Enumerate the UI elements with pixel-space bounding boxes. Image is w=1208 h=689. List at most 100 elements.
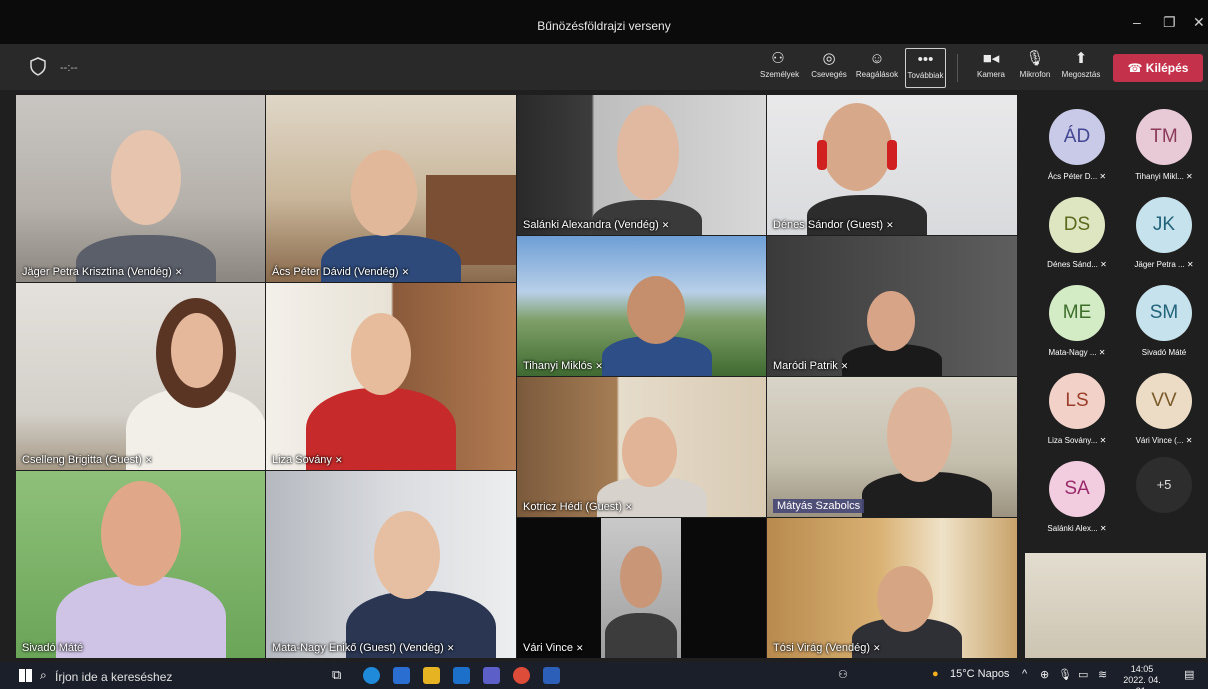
- avatar[interactable]: VV: [1136, 373, 1192, 429]
- teams-icon[interactable]: [483, 667, 500, 684]
- participant-name: Tósi Virág (Vendég) ✕: [773, 642, 881, 654]
- title-bar: Bűnözésföldrajzi verseny – ❐ ✕: [0, 0, 1208, 44]
- reactions-button[interactable]: ☺ Reagálások: [854, 48, 900, 88]
- video-tile[interactable]: Mátyás Szabolcs: [767, 377, 1017, 517]
- battery-icon[interactable]: ▭: [1078, 668, 1088, 681]
- reactions-icon: ☺: [869, 50, 885, 67]
- network-icon[interactable]: ⊕: [1040, 668, 1049, 681]
- meeting-timer: --:--: [60, 62, 78, 74]
- avatar[interactable]: SA: [1049, 461, 1105, 517]
- participant-name: Kotricz Hédi (Guest) ✕: [523, 501, 633, 513]
- participant-face: [111, 130, 181, 225]
- chrome-icon[interactable]: [513, 667, 530, 684]
- chat-icon: ◎: [822, 50, 836, 67]
- word-icon[interactable]: [543, 667, 560, 684]
- clock-time: 14:05: [1130, 664, 1154, 674]
- avatar[interactable]: ÁD: [1049, 109, 1105, 165]
- avatar-label: Dénes Sánd... ✕: [1047, 260, 1107, 269]
- participant-face: [887, 387, 952, 482]
- tray-overflow-icon[interactable]: ^: [1022, 668, 1027, 680]
- microphone-button[interactable]: 🎙 Mikrofon: [1016, 48, 1054, 88]
- video-tile[interactable]: Vári Vince ✕: [517, 518, 766, 658]
- participant-face: [171, 313, 223, 388]
- mail-icon[interactable]: [453, 667, 470, 684]
- camera-icon: ■◂: [982, 50, 1000, 67]
- headphone-left: [817, 140, 827, 170]
- mic-muted-icon: ✕: [401, 267, 410, 277]
- participant-name: Ács Péter Dávid (Vendég) ✕: [272, 266, 410, 278]
- taskbar-clock[interactable]: 14:05 2022. 04. 21.: [1118, 664, 1166, 689]
- video-tile[interactable]: Salánki Alexandra (Vendég) ✕: [517, 95, 766, 235]
- close-button[interactable]: ✕: [1193, 14, 1205, 31]
- avatar-label: Mata-Nagy ... ✕: [1048, 348, 1106, 357]
- participant-name: Mata-Nagy Enikő (Guest) (Vendég) ✕: [272, 642, 455, 654]
- video-tile[interactable]: Dénes Sándor (Guest) ✕: [767, 95, 1017, 235]
- video-tile[interactable]: Kotricz Hédi (Guest) ✕: [517, 377, 766, 517]
- file-explorer-icon[interactable]: [423, 667, 440, 684]
- avatar[interactable]: LS: [1049, 373, 1105, 429]
- more-icon: •••: [917, 51, 934, 68]
- mic-muted-icon: ✕: [144, 455, 153, 465]
- maximize-button[interactable]: ❐: [1163, 14, 1176, 31]
- avatar[interactable]: JK: [1136, 197, 1192, 253]
- clock-date: 2022. 04. 21.: [1123, 675, 1161, 689]
- participant-name: Maródi Patrik ✕: [773, 360, 849, 372]
- video-tile[interactable]: Cselleng Brigitta (Guest) ✕: [16, 283, 265, 470]
- share-button[interactable]: ⬆ Megosztás: [1060, 48, 1102, 88]
- mic-muted-icon: ✕: [446, 643, 455, 653]
- self-view[interactable]: [1025, 553, 1206, 658]
- microphone-label: Mikrofon: [1019, 70, 1051, 79]
- toolbar-divider: [957, 54, 958, 82]
- chat-button[interactable]: ◎ Csevegés: [809, 48, 849, 88]
- participant-face: [617, 105, 679, 200]
- avatar[interactable]: ME: [1049, 285, 1105, 341]
- people-button[interactable]: ⚇ Személyek: [760, 48, 799, 88]
- video-tile[interactable]: Sivadó Máté: [16, 471, 265, 658]
- chat-label: Csevegés: [811, 70, 847, 79]
- participant-face: [374, 511, 440, 599]
- meeting-toolbar: --:-- ⚇ Személyek ◎ Csevegés ☺ Reagáláso…: [0, 44, 1208, 90]
- participant-name: Dénes Sándor (Guest) ✕: [773, 219, 894, 231]
- avatar-label: Ács Péter D... ✕: [1047, 172, 1107, 181]
- participant-name: Sivadó Máté: [22, 642, 84, 654]
- mic-muted-icon: ✕: [334, 455, 343, 465]
- edge-browser-icon[interactable]: [363, 667, 380, 684]
- store-icon[interactable]: [393, 667, 410, 684]
- avatar-label: Sivadó Máté: [1141, 348, 1187, 357]
- participant-face: [822, 103, 892, 191]
- microphone-icon: 🎙: [1025, 50, 1045, 67]
- participant-face: [622, 417, 677, 487]
- video-tile[interactable]: Mata-Nagy Enikő (Guest) (Vendég) ✕: [266, 471, 516, 658]
- leave-label: Kilépés: [1145, 61, 1189, 75]
- task-view-icon[interactable]: ⧉: [332, 667, 341, 683]
- avatar[interactable]: SM: [1136, 285, 1192, 341]
- video-tile[interactable]: Jäger Petra Krisztina (Vendég) ✕: [16, 95, 265, 282]
- people-taskbar-icon[interactable]: ⚇: [838, 668, 848, 681]
- taskbar-search-input[interactable]: Írjon ide a kereséshez: [55, 670, 172, 684]
- weather-text[interactable]: 15°C Napos: [950, 668, 1009, 680]
- video-tile[interactable]: Liza Sovány ✕: [266, 283, 516, 470]
- avatar-label: Tihanyi Mikl... ✕: [1135, 172, 1193, 181]
- mic-muted-icon: ✕: [840, 361, 849, 371]
- more-participants-button[interactable]: +5: [1136, 457, 1192, 513]
- minimize-button[interactable]: –: [1133, 14, 1141, 30]
- notifications-icon[interactable]: ▤: [1184, 668, 1194, 681]
- windows-start-icon[interactable]: [19, 669, 32, 682]
- share-icon: ⬆: [1074, 50, 1088, 67]
- wifi-icon[interactable]: ≋: [1098, 668, 1107, 681]
- mic-muted-icon: ✕: [873, 643, 881, 653]
- leave-button[interactable]: ☎ Kilépés: [1113, 54, 1203, 82]
- participant-face: [101, 481, 181, 586]
- camera-button[interactable]: ■◂ Kamera: [974, 48, 1008, 88]
- shield-icon[interactable]: [30, 57, 46, 76]
- video-tile[interactable]: Maródi Patrik ✕: [767, 236, 1017, 376]
- video-tile[interactable]: Tósi Virág (Vendég) ✕: [767, 518, 1017, 658]
- avatar[interactable]: DS: [1049, 197, 1105, 253]
- more-label: Továbbiak: [907, 71, 944, 80]
- mic-muted-icon: ✕: [174, 267, 183, 277]
- weather-icon: ●: [932, 668, 939, 680]
- more-button[interactable]: ••• Továbbiak: [905, 48, 946, 88]
- video-tile[interactable]: Ács Péter Dávid (Vendég) ✕: [266, 95, 516, 282]
- avatar[interactable]: TM: [1136, 109, 1192, 165]
- video-tile[interactable]: Tihanyi Miklós ✕: [517, 236, 766, 376]
